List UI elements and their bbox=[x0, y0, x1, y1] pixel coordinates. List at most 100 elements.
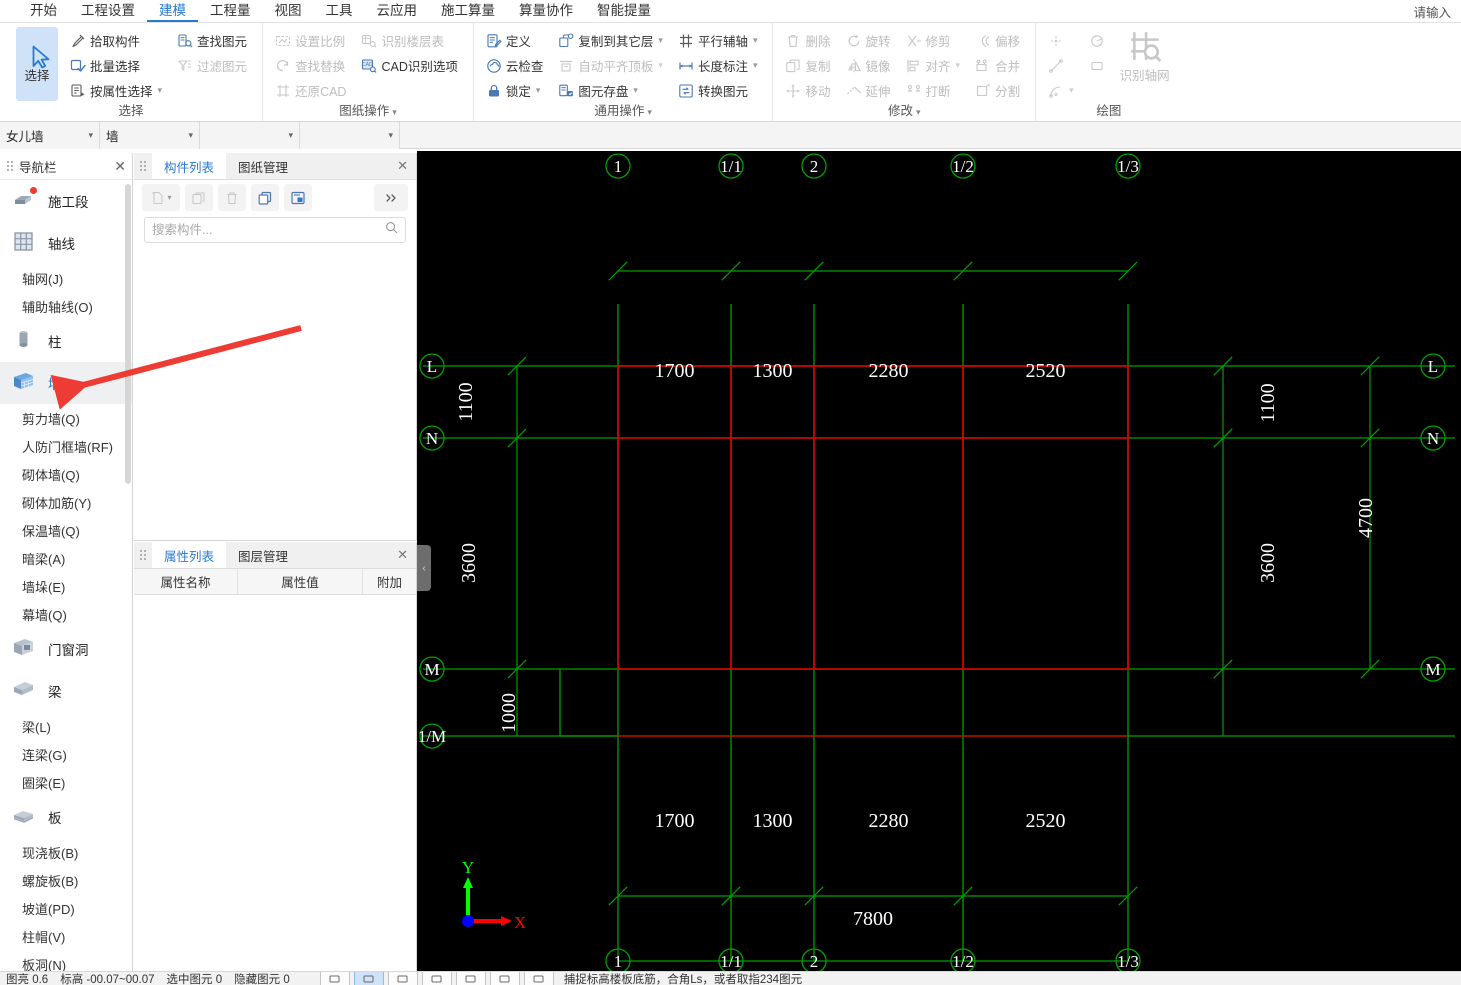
ribbon-item-平行辅轴[interactable]: 平行辅轴 ▾ bbox=[676, 29, 763, 52]
ribbon-item-批量选择[interactable]: 批量选择 bbox=[68, 54, 167, 77]
drag-grip-icon[interactable] bbox=[134, 542, 152, 568]
nav-item-人防门框墙(RF)[interactable]: 人防门框墙(RF) bbox=[0, 432, 132, 460]
close-icon[interactable]: ✕ bbox=[114, 159, 126, 173]
svg-text:N: N bbox=[426, 429, 438, 448]
tab-属性列表[interactable]: 属性列表 bbox=[152, 542, 227, 568]
chevron-down-icon[interactable]: ▾ bbox=[392, 107, 397, 117]
menu-item-2[interactable]: 建模 bbox=[147, 0, 198, 22]
component-tool-expand-all-icon[interactable] bbox=[374, 184, 408, 211]
component-search-box[interactable] bbox=[144, 217, 406, 243]
drag-grip-icon[interactable] bbox=[134, 153, 152, 179]
status-tool-rect-snap-icon[interactable] bbox=[353, 972, 384, 985]
ribbon-item-锁定[interactable]: 锁定 ▾ bbox=[484, 79, 549, 102]
tab-图层管理[interactable]: 图层管理 bbox=[226, 542, 300, 568]
chevron-down-icon[interactable]: ▾ bbox=[1069, 85, 1074, 96]
nav-category-墙[interactable]: 墙 bbox=[0, 362, 132, 404]
chevron-down-icon[interactable]: ▾ bbox=[956, 60, 961, 71]
nav-category-板[interactable]: 板 bbox=[0, 796, 132, 838]
chevron-down-icon[interactable]: ▾ bbox=[536, 85, 541, 96]
status-tool-edge-snap-icon[interactable] bbox=[523, 972, 554, 985]
ribbon-item-CAD识别选项[interactable]: CAD CAD识别选项 bbox=[359, 54, 462, 77]
status-tool-midpoint-snap-icon[interactable] bbox=[387, 972, 418, 985]
drag-grip-icon[interactable] bbox=[6, 160, 14, 172]
menu-item-5[interactable]: 工具 bbox=[314, 0, 365, 22]
search-input[interactable] bbox=[152, 223, 385, 237]
nav-item-暗梁(A)[interactable]: 暗梁(A) bbox=[0, 544, 132, 572]
nav-category-门窗洞[interactable]: 门窗洞 bbox=[0, 628, 132, 670]
search-icon[interactable] bbox=[385, 221, 398, 239]
component-tool-save-component-icon[interactable] bbox=[284, 184, 312, 211]
menu-item-0[interactable]: 开始 bbox=[18, 0, 69, 22]
ribbon-item-拾取构件[interactable]: 拾取构件 bbox=[68, 29, 167, 52]
nav-item-轴网(J)[interactable]: 轴网(J) bbox=[0, 264, 132, 292]
menu-item-8[interactable]: 算量协作 bbox=[507, 0, 585, 22]
chevron-down-icon[interactable]: ▾ bbox=[658, 35, 663, 46]
chevron-down-icon[interactable]: ▾ bbox=[388, 130, 393, 141]
menu-item-6[interactable]: 云应用 bbox=[365, 0, 430, 22]
nav-item-柱帽(V)[interactable]: 柱帽(V) bbox=[0, 922, 132, 950]
panel-collapse-handle[interactable]: ‹ bbox=[417, 545, 431, 591]
chevron-down-icon[interactable]: ▾ bbox=[633, 85, 638, 96]
menu-item-1[interactable]: 工程设置 bbox=[69, 0, 147, 22]
chevron-down-icon[interactable]: ▾ bbox=[647, 107, 652, 117]
nav-scrollbar-thumb[interactable] bbox=[125, 184, 131, 484]
ribbon-item-长度标注[interactable]: 长度标注 ▾ bbox=[676, 54, 763, 77]
extend-icon bbox=[846, 83, 862, 99]
nav-item-螺旋板(B)[interactable]: 螺旋板(B) bbox=[0, 866, 132, 894]
chevron-down-icon[interactable]: ▾ bbox=[158, 85, 163, 96]
chevron-down-icon[interactable]: ▾ bbox=[167, 193, 171, 202]
menu-item-3[interactable]: 工程量 bbox=[198, 0, 263, 22]
nav-category-label: 门窗洞 bbox=[48, 643, 89, 658]
nav-item-保温墙(Q)[interactable]: 保温墙(Q) bbox=[0, 516, 132, 544]
tab-构件列表[interactable]: 构件列表 bbox=[152, 153, 227, 179]
chevron-down-icon[interactable]: ▾ bbox=[88, 130, 93, 141]
chevron-down-icon[interactable]: ▾ bbox=[658, 60, 663, 71]
nav-item-砌体加筋(Y)[interactable]: 砌体加筋(Y) bbox=[0, 488, 132, 516]
chevron-down-icon[interactable]: ▾ bbox=[288, 130, 293, 141]
nav-item-砌体墙(Q)[interactable]: 砌体墙(Q) bbox=[0, 460, 132, 488]
selector-dropdown-0[interactable]: 女儿墙 ▾ bbox=[0, 122, 100, 149]
menubar-input-hint[interactable]: 请输入 bbox=[1413, 2, 1461, 21]
status-tool-intersect-snap-icon[interactable] bbox=[455, 972, 486, 985]
status-tool-ortho-mode-icon[interactable] bbox=[319, 972, 350, 985]
nav-item-墙垛(E)[interactable]: 墙垛(E) bbox=[0, 572, 132, 600]
ribbon-item-按属性选择[interactable]: 按属性选择 ▾ bbox=[68, 79, 167, 102]
nav-category-梁[interactable]: 梁 bbox=[0, 670, 132, 712]
chevron-down-icon[interactable]: ▾ bbox=[188, 130, 193, 141]
nav-category-施工段[interactable]: 施工段 bbox=[0, 180, 132, 222]
tab-图纸管理[interactable]: 图纸管理 bbox=[226, 153, 300, 179]
status-tool-line-snap-icon[interactable] bbox=[421, 972, 452, 985]
component-tool-layer-copy-icon[interactable] bbox=[251, 184, 279, 211]
nav-item-圈梁(E)[interactable]: 圈梁(E) bbox=[0, 768, 132, 796]
selector-dropdown-3[interactable]: ▾ bbox=[300, 122, 400, 149]
ribbon-item-查找图元[interactable]: 查找图元 bbox=[175, 29, 252, 52]
menu-item-4[interactable]: 视图 bbox=[263, 0, 314, 22]
ribbon-item-复制到其它层[interactable]: 复制到其它层 ▾ bbox=[556, 29, 668, 52]
chevron-down-icon[interactable]: ▾ bbox=[753, 35, 758, 46]
ribbon-item-识别楼层表: 识别楼层表 bbox=[359, 29, 462, 52]
ribbon-item-定义[interactable]: 定义 bbox=[484, 29, 549, 52]
nav-item-剪力墙(Q)[interactable]: 剪力墙(Q) bbox=[0, 404, 132, 432]
nav-category-轴线[interactable]: 轴线 bbox=[0, 222, 132, 264]
nav-item-辅助轴线(O)[interactable]: 辅助轴线(O) bbox=[0, 292, 132, 320]
nav-item-连梁(G)[interactable]: 连梁(G) bbox=[0, 740, 132, 768]
nav-item-梁(L)[interactable]: 梁(L) bbox=[0, 712, 132, 740]
chevron-down-icon[interactable]: ▾ bbox=[753, 60, 758, 71]
ribbon-item-图元存盘[interactable]: 图元存盘 ▾ bbox=[556, 79, 668, 102]
nav-item-坡道(PD)[interactable]: 坡道(PD) bbox=[0, 894, 132, 922]
selector-dropdown-1[interactable]: 墙 ▾ bbox=[100, 122, 200, 149]
ribbon-item-云检查[interactable]: 云检查 bbox=[484, 54, 549, 77]
nav-category-柱[interactable]: 柱 bbox=[0, 320, 132, 362]
status-tool-solid-snap-icon[interactable] bbox=[489, 972, 520, 985]
menu-item-9[interactable]: 智能提量 bbox=[585, 0, 663, 22]
close-icon[interactable]: ✕ bbox=[389, 542, 416, 568]
cad-drawing-canvas[interactable]: 1 1/1 2 1/2 1/3 1 1/1 2 1/2 1/3 L N M 1/M L N M 1700 1300 2… bbox=[417, 151, 1461, 971]
nav-item-幕墙(Q)[interactable]: 幕墙(Q) bbox=[0, 600, 132, 628]
chevron-down-icon[interactable]: ▾ bbox=[916, 107, 921, 117]
ribbon-item-转换图元[interactable]: 转换图元 bbox=[676, 79, 763, 102]
select-tool-button[interactable]: 选择 bbox=[16, 27, 58, 101]
selector-dropdown-2[interactable]: ▾ bbox=[200, 122, 300, 149]
nav-item-现浇板(B)[interactable]: 现浇板(B) bbox=[0, 838, 132, 866]
close-icon[interactable]: ✕ bbox=[389, 153, 416, 179]
menu-item-7[interactable]: 施工算量 bbox=[429, 0, 507, 22]
